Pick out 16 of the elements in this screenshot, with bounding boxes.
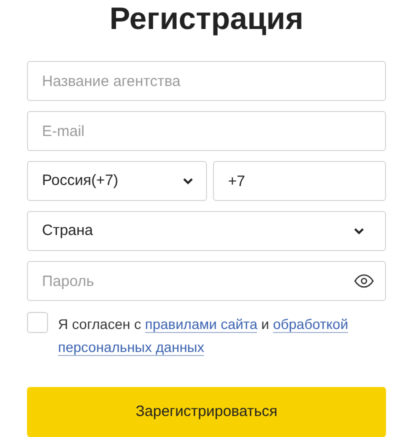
consent-link[interactable]: персональных данных	[58, 339, 204, 356]
chevron-down-icon	[182, 177, 194, 185]
phone-field[interactable]: +7	[213, 161, 386, 201]
eye-icon[interactable]	[354, 274, 374, 288]
consent-text: Я согласен с правилами сайта и обработкой персональных данных	[58, 315, 350, 358]
consent-link[interactable]: обработкой	[272, 316, 348, 333]
chevron-down-icon	[353, 227, 365, 235]
password-field[interactable]: Пароль	[27, 261, 386, 301]
country-select[interactable]: Страна	[27, 211, 386, 251]
consent-link[interactable]: правилами сайта	[145, 316, 258, 333]
page-title: Регистрация	[108, 0, 304, 38]
text-field[interactable]: E-mail	[27, 111, 386, 151]
consent-checkbox[interactable]	[27, 312, 48, 333]
text-field[interactable]: Название агентства	[27, 61, 386, 101]
phone-code-select[interactable]: Россия(+7)	[27, 161, 207, 201]
register-button[interactable]: Зарегистрироваться	[27, 387, 386, 437]
